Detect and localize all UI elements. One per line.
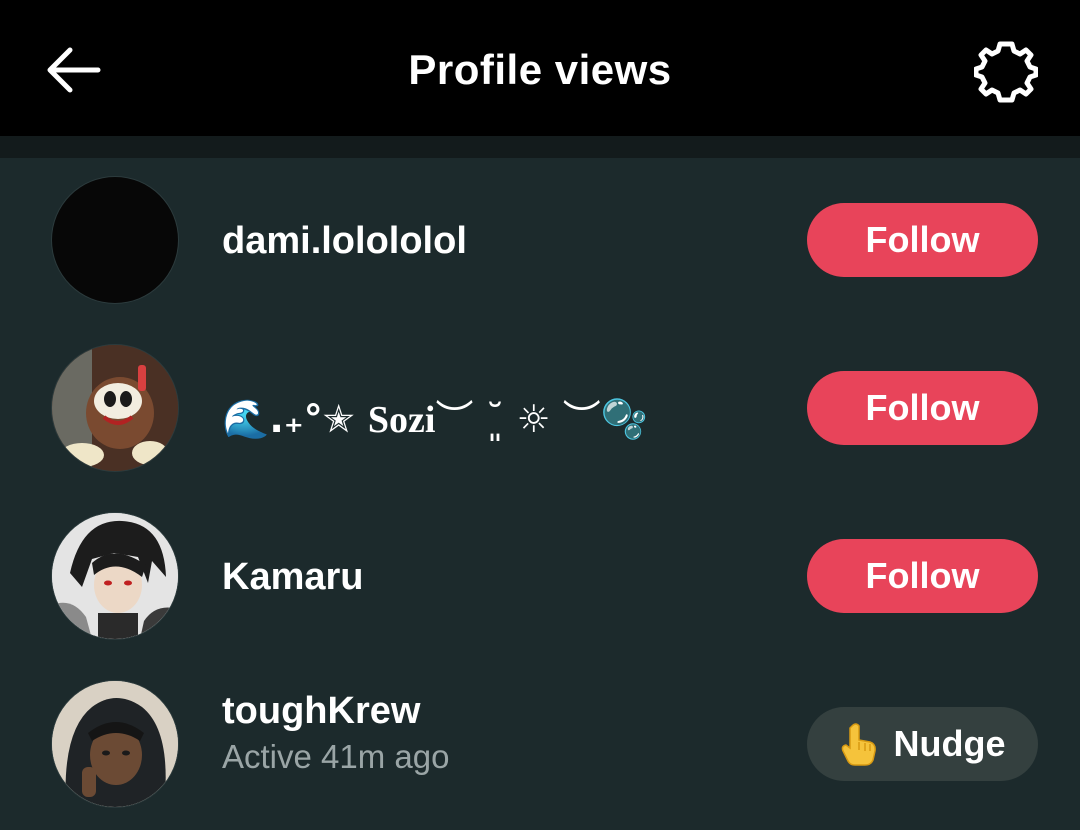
name-main: Sozi <box>367 399 436 441</box>
avatar[interactable] <box>52 177 178 303</box>
gear-icon <box>974 41 1038 103</box>
list-item[interactable]: Kamaru Follow <box>0 494 1080 662</box>
avatar-image <box>52 345 178 471</box>
nudge-label: Nudge <box>893 723 1006 764</box>
avatar[interactable] <box>52 681 178 807</box>
viewer-name[interactable]: dami.lolololol <box>222 220 467 263</box>
settings-button[interactable] <box>966 36 1046 108</box>
avatar[interactable] <box>52 513 178 639</box>
avatar-image <box>52 513 178 639</box>
follow-button[interactable]: Follow <box>807 539 1038 613</box>
name-decoration-lead: 🌊.₊°✭ <box>222 397 368 441</box>
active-status: Active 41m ago <box>222 738 450 775</box>
viewer-name[interactable]: 🌊.₊°✭ Sozi︶ ˘͈ ☼ ︶🫧 <box>222 388 648 443</box>
follow-button[interactable]: Follow <box>807 371 1038 445</box>
list-item[interactable]: dami.lolololol Follow <box>0 158 1080 326</box>
name-decoration-trail: ︶ ˘͈ ☼ ︶🫧 <box>435 397 649 441</box>
viewer-name[interactable]: Kamaru <box>222 556 364 599</box>
top-bar: Profile views <box>0 0 1080 136</box>
list-item[interactable]: toughKrew Active 41m ago Nudge <box>0 662 1080 830</box>
viewer-name[interactable]: toughKrew <box>222 690 420 733</box>
pointing-hand-icon <box>841 723 876 766</box>
header-divider <box>0 136 1080 158</box>
avatar[interactable] <box>52 345 178 471</box>
follow-button[interactable]: Follow <box>807 203 1038 277</box>
nudge-button[interactable]: Nudge <box>807 707 1038 781</box>
page-title: Profile views <box>408 46 672 93</box>
avatar-image <box>52 681 178 807</box>
list-item[interactable]: 🌊.₊°✭ Sozi︶ ˘͈ ☼ ︶🫧 Follow <box>0 326 1080 494</box>
